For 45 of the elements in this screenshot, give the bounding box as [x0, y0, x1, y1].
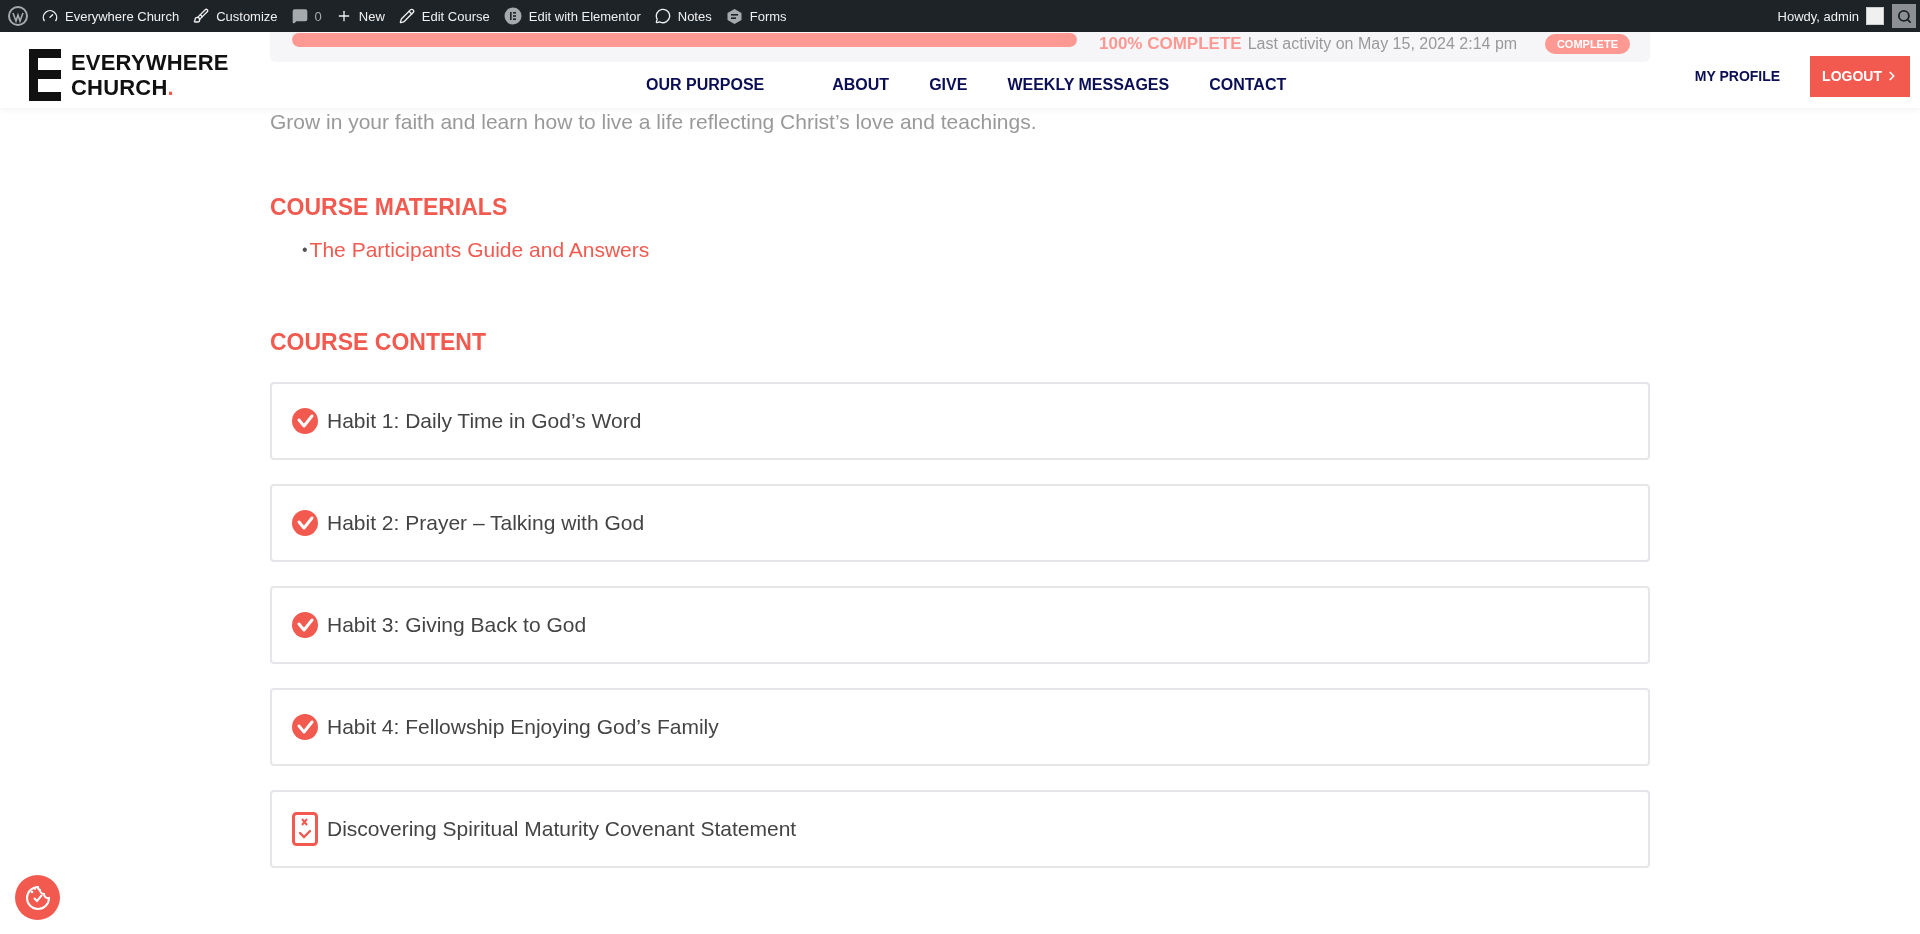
admin-bar-link[interactable]: Forms [725, 7, 787, 25]
account-menu[interactable]: Howdy, admin [1777, 7, 1884, 25]
admin-bar-link[interactable]: Everywhere Church [42, 8, 180, 24]
status-badge: COMPLETE [1544, 34, 1630, 54]
item-title: Habit 3: Giving Back to God [327, 613, 587, 637]
admin-bar-link[interactable]: Edit Course [398, 8, 490, 24]
last-activity: Last activity on May 15, 2024 2:14 pm [1247, 35, 1518, 53]
course-item[interactable]: Habit 1: Daily Time in God’s Word [270, 382, 1650, 460]
cookie-settings-button[interactable] [15, 875, 60, 920]
course-item[interactable]: Discovering Spiritual Maturity Covenant Statement [270, 790, 1650, 868]
avatar [1866, 7, 1884, 25]
nav-link[interactable]: CONTACT [1209, 76, 1287, 94]
item-title: Habit 4: Fellowship Enjoying God’s Family [327, 715, 719, 739]
item-title: Habit 1: Daily Time in God’s Word [327, 409, 642, 433]
course-item[interactable]: Habit 2: Prayer – Talking with God [270, 484, 1650, 562]
comment-icon [291, 8, 308, 24]
profile-link[interactable]: MY PROFILE [1694, 68, 1781, 84]
comments-link[interactable]: 0 [291, 8, 322, 24]
item-title: Habit 2: Prayer – Talking with God [327, 511, 645, 535]
nav-link[interactable]: WEEKLY MESSAGES [1007, 76, 1170, 94]
admin-bar-link[interactable]: Customize [193, 8, 278, 24]
progress-percent: 100% COMPLETE [1099, 34, 1242, 54]
admin-bar-link[interactable]: New [335, 8, 385, 24]
logo-text[interactable]: EVERYWHERE CHURCH. [71, 50, 229, 100]
admin-bar-link[interactable]: Edit with Elementor [503, 7, 641, 25]
pencil-icon [398, 8, 415, 24]
section-heading: COURSE MATERIALS [270, 194, 509, 221]
course-item[interactable]: Habit 4: Fellowship Enjoying God’s Family [270, 688, 1650, 766]
search-button[interactable] [1892, 4, 1916, 28]
forms-icon [725, 7, 743, 25]
brush-icon [193, 8, 210, 24]
course-item[interactable]: Habit 3: Giving Back to God [270, 586, 1650, 664]
nav-link[interactable]: OUR PURPOSE [646, 76, 765, 94]
nav-link[interactable]: ABOUT [832, 76, 890, 94]
section-heading: COURSE CONTENT [270, 329, 487, 356]
nav-link[interactable]: GIVE [929, 76, 968, 94]
logo-mark-icon [29, 49, 61, 101]
admin-bar-link[interactable]: Notes [654, 8, 712, 24]
bullet: • [302, 241, 308, 259]
cookie-icon [23, 883, 52, 912]
dashboard-icon [42, 8, 58, 24]
speech-bubble-icon [654, 8, 671, 24]
course-description: Grow in your faith and learn how to live a life reflecting Christ’s love and teachings. [270, 110, 1038, 134]
search-icon [1896, 8, 1912, 24]
item-title: Discovering Spiritual Maturity Covenant Statement [327, 817, 797, 841]
